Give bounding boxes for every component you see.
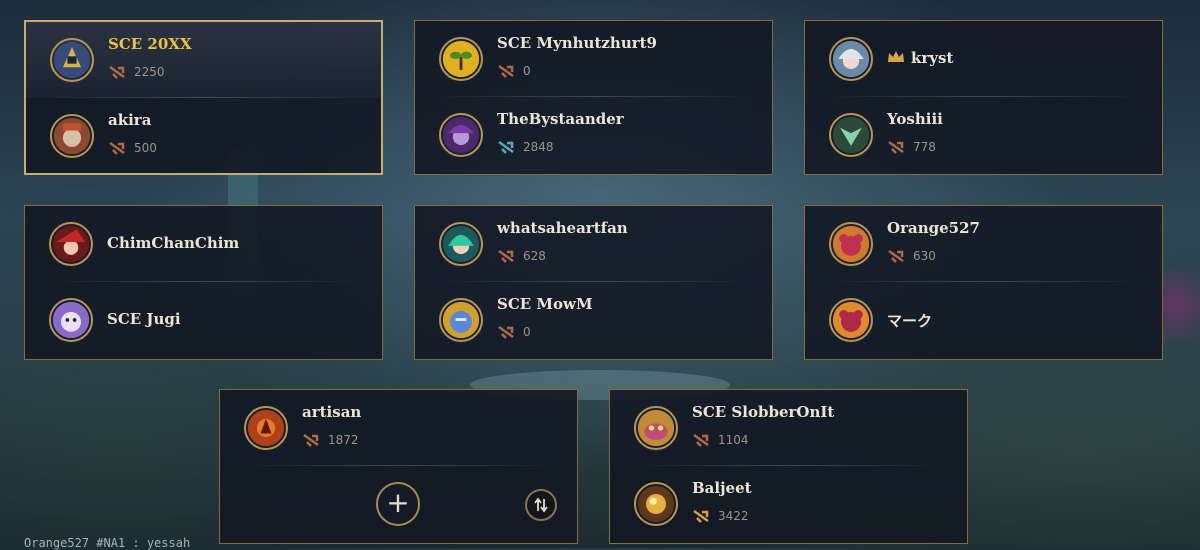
duo-card-6: Orange527 630 マーク xyxy=(804,205,1163,360)
duo-card-1: SCE 20XX 2250 akira 500 xyxy=(24,20,383,175)
bronze-rank-icon xyxy=(498,64,514,78)
silver-hair-avatar xyxy=(829,37,873,81)
player-name: SCE MowM xyxy=(497,295,593,313)
bronze-rank-icon xyxy=(498,325,514,339)
player-name: マーク xyxy=(887,312,933,330)
player-slot[interactable]: ChimChanChim xyxy=(25,206,382,282)
player-slot[interactable]: artisan 1872 xyxy=(220,390,577,466)
golden-orb-avatar xyxy=(634,482,678,526)
slug-avatar xyxy=(634,406,678,450)
player-slot[interactable]: Baljeet 3422 xyxy=(610,466,967,542)
player-stat: 0 xyxy=(497,325,531,339)
bronze-rank-icon xyxy=(498,249,514,263)
bronze-rank-icon xyxy=(303,433,319,447)
player-name: Baljeet xyxy=(692,479,752,497)
player-stat: 630 xyxy=(887,249,936,263)
player-name: SCE Jugi xyxy=(107,310,181,328)
duo-card-5: whatsaheartfan 628 SCE MowM 0 xyxy=(414,205,773,360)
slot-divider xyxy=(242,465,555,466)
player-name: TheBystaander xyxy=(497,110,624,128)
gold-rank-icon xyxy=(693,509,709,523)
player-name: whatsaheartfan xyxy=(497,219,628,237)
armored-knight-avatar xyxy=(50,38,94,82)
player-name: SCE SlobberOnIt xyxy=(692,403,835,421)
player-stat: 1104 xyxy=(692,433,749,447)
platinum-rank-icon xyxy=(498,140,514,154)
player-slot[interactable]: TheBystaander 2848 xyxy=(415,97,772,173)
player-stat: 0 xyxy=(497,64,531,78)
player-slot[interactable]: akira 500 xyxy=(26,98,381,174)
player-stat: 1872 xyxy=(302,433,359,447)
player-slot[interactable]: SCE MowM 0 xyxy=(415,282,772,358)
player-slot[interactable]: Orange527 630 xyxy=(805,206,1162,282)
player-name: Orange527 xyxy=(887,219,980,237)
player-name: SCE 20XX xyxy=(108,35,192,53)
duo-card-3: kryst Yoshiii 778 xyxy=(804,20,1163,175)
swap-button[interactable] xyxy=(525,489,557,521)
player-stat: 3422 xyxy=(692,509,749,523)
player-slot[interactable]: SCE 20XX 2250 xyxy=(26,22,381,98)
player-slot[interactable]: SCE SlobberOnIt 1104 xyxy=(610,390,967,466)
purple-creature-avatar xyxy=(49,298,93,342)
purple-hair-avatar xyxy=(439,113,483,157)
red-hat-avatar xyxy=(49,222,93,266)
swap-arrows-icon xyxy=(534,497,548,513)
bronze-rank-icon xyxy=(888,249,904,263)
player-slot[interactable]: マーク xyxy=(805,282,1162,358)
player-slot[interactable]: Yoshiii 778 xyxy=(805,97,1162,173)
player-name: Yoshiii xyxy=(887,110,943,128)
add-player-button[interactable]: + xyxy=(376,482,420,526)
player-slot[interactable]: SCE Mynhutzhurt9 0 xyxy=(415,21,772,97)
player-stat: 778 xyxy=(887,140,936,154)
player-stat: 2250 xyxy=(108,65,165,79)
bronze-rank-icon xyxy=(693,433,709,447)
player-slot[interactable]: SCE Jugi xyxy=(25,282,382,358)
player-stat: 2848 xyxy=(497,140,554,154)
player-name: akira xyxy=(108,111,152,129)
duo-card-7: artisan 1872 + xyxy=(219,389,578,544)
player-slot[interactable]: kryst xyxy=(805,21,1162,97)
sprout-avatar xyxy=(439,37,483,81)
green-hair-avatar xyxy=(439,222,483,266)
duo-card-2: SCE Mynhutzhurt9 0 TheBystaander 2848 xyxy=(414,20,773,175)
crown-icon xyxy=(888,51,904,62)
player-name: ChimChanChim xyxy=(107,234,240,252)
pink-beast-avatar-alt xyxy=(829,298,873,342)
player-name: kryst xyxy=(887,49,953,67)
bronze-rank-icon xyxy=(109,65,125,79)
duo-card-8: SCE SlobberOnIt 1104 Baljeet 3422 xyxy=(609,389,968,544)
player-name: SCE Mynhutzhurt9 xyxy=(497,34,657,52)
blue-golem-avatar xyxy=(439,298,483,342)
fire-crest-avatar xyxy=(244,406,288,450)
bronze-rank-icon xyxy=(109,141,125,155)
player-slot[interactable]: whatsaheartfan 628 xyxy=(415,206,772,282)
player-stat: 628 xyxy=(497,249,546,263)
duo-card-4: ChimChanChim SCE Jugi xyxy=(24,205,383,360)
player-name: artisan xyxy=(302,403,362,421)
player-stat: 500 xyxy=(108,141,157,155)
shaman-avatar xyxy=(50,114,94,158)
pink-beast-avatar xyxy=(829,222,873,266)
jade-spirit-avatar xyxy=(829,113,873,157)
bronze-rank-icon xyxy=(888,140,904,154)
